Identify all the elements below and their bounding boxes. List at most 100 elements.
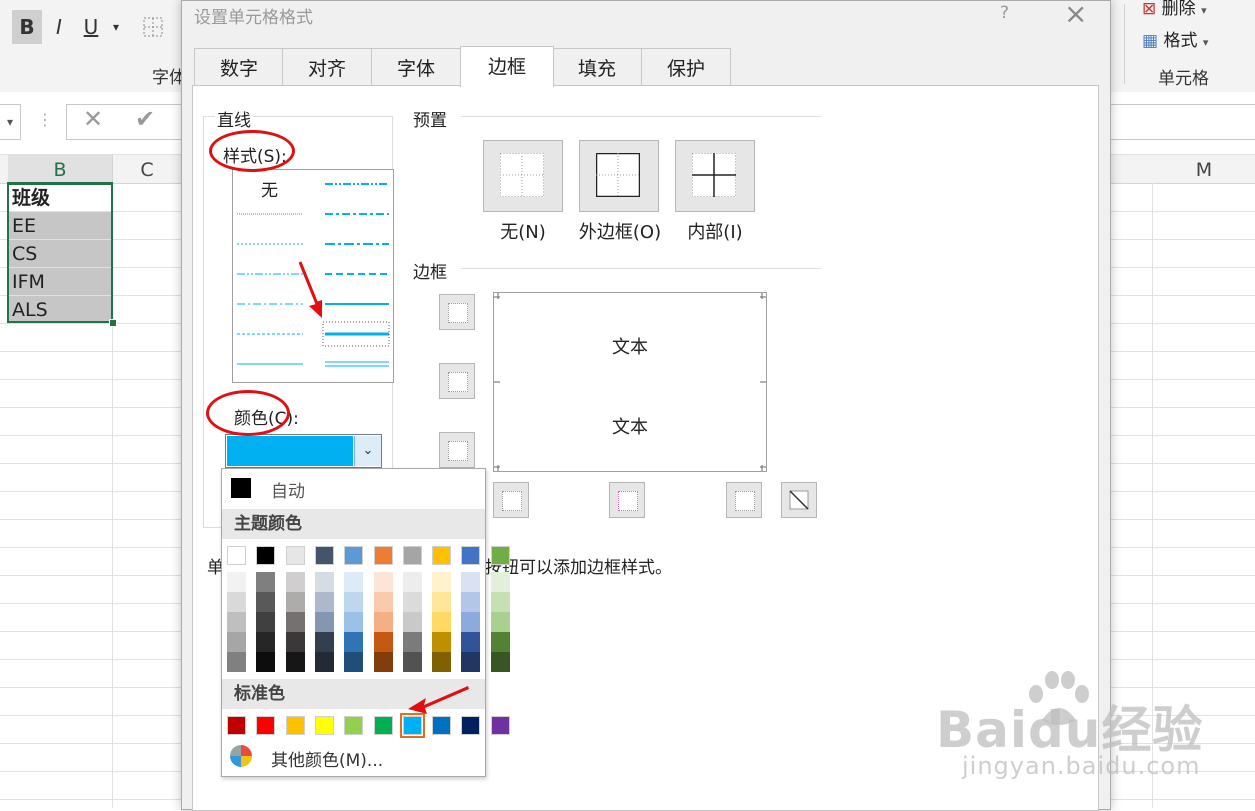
theme-shade-swatch[interactable] <box>256 612 276 632</box>
tab-border[interactable]: 边框 <box>460 46 554 87</box>
theme-shade-swatch[interactable] <box>461 612 481 632</box>
theme-shade-swatch[interactable] <box>461 592 481 612</box>
border-center-button[interactable] <box>609 482 645 518</box>
theme-shade-swatch[interactable] <box>344 572 364 592</box>
theme-shade-swatch[interactable] <box>490 632 510 652</box>
column-header-b[interactable]: B <box>8 155 113 185</box>
theme-shade-swatch[interactable] <box>432 632 452 652</box>
underline-dropdown-icon[interactable]: ▾ <box>106 10 126 44</box>
standard-color-swatch[interactable] <box>373 716 393 735</box>
theme-color-swatch[interactable] <box>490 546 510 565</box>
tab-number[interactable]: 数字 <box>194 48 284 87</box>
theme-shade-swatch[interactable] <box>490 652 510 672</box>
theme-shade-swatch[interactable] <box>285 612 305 632</box>
auto-color-option[interactable]: 自动 <box>271 477 305 502</box>
theme-shade-swatch[interactable] <box>314 572 334 592</box>
close-icon[interactable]: × <box>1064 0 1087 30</box>
border-button[interactable] <box>138 10 168 44</box>
theme-shade-swatch[interactable] <box>373 652 393 672</box>
auto-color-swatch[interactable] <box>231 478 251 498</box>
theme-color-swatch[interactable] <box>402 546 422 565</box>
confirm-icon[interactable]: ✔ <box>135 105 155 133</box>
tab-fill[interactable]: 填充 <box>552 48 642 87</box>
theme-shade-swatch[interactable] <box>314 632 334 652</box>
theme-shade-swatch[interactable] <box>490 592 510 612</box>
border-right-button[interactable] <box>726 482 762 518</box>
column-header-m[interactable]: M <box>1153 155 1255 184</box>
theme-shade-swatch[interactable] <box>344 652 364 672</box>
theme-shade-swatch[interactable] <box>227 652 246 672</box>
standard-color-swatch[interactable] <box>285 716 305 735</box>
theme-shade-swatch[interactable] <box>344 632 364 652</box>
theme-shade-swatch[interactable] <box>402 632 422 652</box>
standard-color-swatch[interactable] <box>399 713 425 738</box>
theme-shade-swatch[interactable] <box>490 612 510 632</box>
theme-shade-swatch[interactable] <box>373 632 393 652</box>
standard-color-swatch[interactable] <box>256 716 276 735</box>
theme-shade-swatch[interactable] <box>373 612 393 632</box>
theme-color-swatch[interactable] <box>461 546 481 565</box>
theme-shade-swatch[interactable] <box>344 612 364 632</box>
theme-shade-swatch[interactable] <box>490 572 510 592</box>
more-colors-option[interactable]: 其他颜色(M)... <box>271 746 383 771</box>
column-header-c[interactable]: C <box>113 155 182 184</box>
formula-input[interactable] <box>1108 104 1255 140</box>
italic-button[interactable]: I <box>44 10 74 44</box>
standard-color-swatch[interactable] <box>344 716 364 735</box>
theme-shade-swatch[interactable] <box>373 572 393 592</box>
theme-shade-swatch[interactable] <box>227 612 246 632</box>
theme-shade-swatch[interactable] <box>432 592 452 612</box>
fill-handle[interactable] <box>109 319 117 327</box>
theme-shade-swatch[interactable] <box>256 632 276 652</box>
standard-color-swatch[interactable] <box>461 716 481 735</box>
theme-shade-swatch[interactable] <box>256 592 276 612</box>
standard-color-swatch[interactable] <box>227 716 246 735</box>
theme-shade-swatch[interactable] <box>285 632 305 652</box>
theme-shade-swatch[interactable] <box>227 592 246 612</box>
underline-button[interactable]: U <box>76 10 106 44</box>
border-bottom-button[interactable] <box>439 432 475 468</box>
theme-shade-swatch[interactable] <box>432 612 452 632</box>
theme-shade-swatch[interactable] <box>314 612 334 632</box>
border-diagonal-button[interactable] <box>781 482 817 518</box>
theme-shade-swatch[interactable] <box>461 632 481 652</box>
standard-color-swatch[interactable] <box>314 716 334 735</box>
preset-outline-button[interactable] <box>579 140 659 212</box>
border-top-button[interactable] <box>439 294 475 330</box>
theme-shade-swatch[interactable] <box>227 632 246 652</box>
theme-color-swatch[interactable] <box>227 546 246 565</box>
theme-shade-swatch[interactable] <box>285 572 305 592</box>
format-button[interactable]: ▦ 格式 ▾ <box>1142 26 1208 51</box>
theme-shade-swatch[interactable] <box>432 572 452 592</box>
border-preview[interactable]: 文本 文本 <box>493 292 767 472</box>
theme-color-swatch[interactable] <box>344 546 364 565</box>
theme-shade-swatch[interactable] <box>227 572 246 592</box>
theme-shade-swatch[interactable] <box>314 592 334 612</box>
name-box-dropdown[interactable]: ▾ <box>0 104 21 140</box>
theme-color-swatch[interactable] <box>314 546 334 565</box>
theme-shade-swatch[interactable] <box>402 652 422 672</box>
border-left-button[interactable] <box>493 482 529 518</box>
standard-color-swatch[interactable] <box>490 716 510 735</box>
theme-shade-swatch[interactable] <box>344 592 364 612</box>
color-dropdown[interactable]: ⌄ <box>225 434 382 468</box>
theme-color-swatch[interactable] <box>373 546 393 565</box>
tab-font[interactable]: 字体 <box>371 48 461 87</box>
theme-color-swatch[interactable] <box>256 546 276 565</box>
standard-color-swatch[interactable] <box>432 716 452 735</box>
tab-alignment[interactable]: 对齐 <box>282 48 372 87</box>
border-middle-button[interactable] <box>439 363 475 399</box>
theme-shade-swatch[interactable] <box>402 612 422 632</box>
preset-none-button[interactable] <box>483 140 563 212</box>
theme-color-swatch[interactable] <box>285 546 305 565</box>
theme-color-swatch[interactable] <box>432 546 452 565</box>
bold-button[interactable]: B <box>12 10 42 44</box>
theme-shade-swatch[interactable] <box>373 592 393 612</box>
line-style-list[interactable]: 无 <box>232 169 394 383</box>
theme-shade-swatch[interactable] <box>402 592 422 612</box>
tab-protection[interactable]: 保护 <box>641 48 731 87</box>
theme-shade-swatch[interactable] <box>461 572 481 592</box>
delete-button[interactable]: ⊠ 删除 ▾ <box>1142 0 1207 19</box>
help-button[interactable]: ? <box>1000 3 1009 23</box>
theme-shade-swatch[interactable] <box>285 592 305 612</box>
